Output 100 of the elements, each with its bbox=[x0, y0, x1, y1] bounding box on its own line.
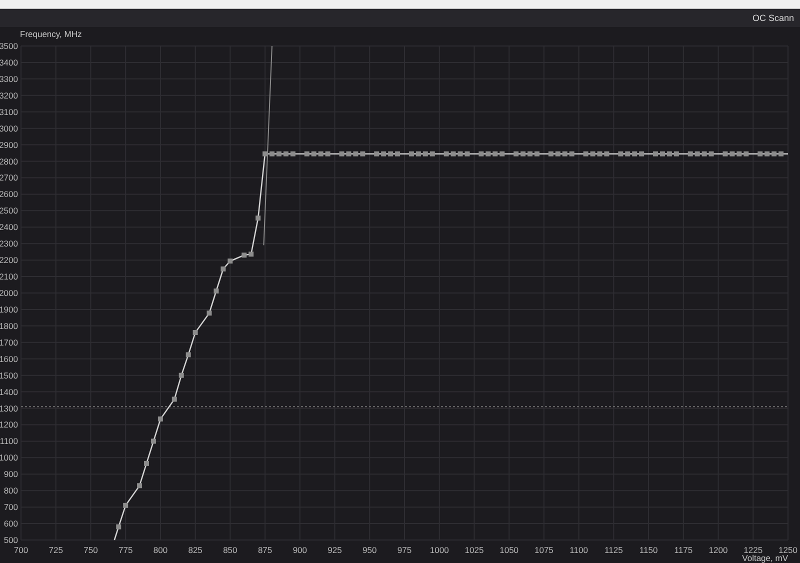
curve-point[interactable] bbox=[597, 151, 602, 156]
axis-tick-label: 800 bbox=[4, 486, 18, 496]
curve-point[interactable] bbox=[318, 151, 324, 156]
axis-tick-label: 1500 bbox=[0, 370, 18, 380]
curve-point[interactable] bbox=[144, 460, 149, 466]
x-axis-title: Voltage, mV bbox=[742, 553, 788, 563]
curve-point[interactable] bbox=[730, 151, 735, 156]
axis-tick-label: 750 bbox=[84, 545, 98, 555]
axis-tick-label: 700 bbox=[14, 545, 28, 555]
curve-point[interactable] bbox=[388, 151, 394, 156]
curve-point[interactable] bbox=[653, 151, 658, 156]
axis-tick-label: 1225 bbox=[744, 545, 763, 555]
curve-point[interactable] bbox=[694, 151, 700, 156]
curve-point[interactable] bbox=[722, 151, 728, 156]
curve-point[interactable] bbox=[276, 151, 282, 156]
axis-tick-label: 875 bbox=[258, 545, 272, 555]
curve-point[interactable] bbox=[528, 151, 532, 156]
axis-tick-label: 600 bbox=[4, 518, 18, 529]
curve-point[interactable] bbox=[304, 151, 310, 156]
axis-tick-label: 775 bbox=[118, 545, 133, 555]
curve-point[interactable] bbox=[514, 151, 519, 156]
curve-point[interactable] bbox=[422, 151, 428, 156]
curve-point[interactable] bbox=[123, 502, 128, 508]
curve-point[interactable] bbox=[590, 151, 596, 156]
curve-point[interactable] bbox=[583, 151, 588, 156]
curve-point[interactable] bbox=[702, 151, 707, 156]
curve-point[interactable] bbox=[625, 151, 630, 156]
curve-point[interactable] bbox=[311, 151, 316, 156]
curve-point[interactable] bbox=[486, 151, 491, 156]
curve-point[interactable] bbox=[764, 151, 770, 156]
curve-point[interactable] bbox=[416, 151, 421, 156]
curve-point[interactable] bbox=[772, 151, 777, 156]
curve-point[interactable] bbox=[346, 151, 352, 156]
curve-point[interactable] bbox=[534, 151, 540, 156]
curve-point[interactable] bbox=[618, 151, 624, 156]
axis-tick-label: 925 bbox=[328, 545, 342, 555]
curve-point[interactable] bbox=[562, 151, 568, 156]
axis-tick-label: 1000 bbox=[0, 452, 18, 463]
curve-point[interactable] bbox=[178, 372, 184, 378]
curve-point[interactable] bbox=[458, 151, 463, 156]
axis-tick-label: 975 bbox=[397, 545, 412, 555]
curve-point[interactable] bbox=[632, 151, 638, 156]
curve-point[interactable] bbox=[520, 151, 526, 156]
curve-point[interactable] bbox=[262, 151, 268, 156]
curve-point[interactable] bbox=[778, 151, 784, 156]
curve-point[interactable] bbox=[186, 352, 191, 358]
curve-point[interactable] bbox=[150, 438, 156, 444]
curve-point[interactable] bbox=[339, 151, 344, 156]
oc-scanner-button[interactable]: OC Scann bbox=[748, 13, 800, 23]
curve-point[interactable] bbox=[548, 151, 554, 156]
curve-point[interactable] bbox=[708, 151, 714, 156]
curve-point[interactable] bbox=[666, 151, 672, 156]
curve-point[interactable] bbox=[220, 266, 226, 272]
curve-point[interactable] bbox=[290, 151, 296, 156]
curve-point[interactable] bbox=[158, 416, 163, 422]
curve-point[interactable] bbox=[569, 151, 574, 156]
curve-point[interactable] bbox=[374, 151, 380, 156]
axis-tick-label: 700 bbox=[4, 502, 18, 512]
y-axis-title: Frequency, MHz bbox=[20, 29, 82, 39]
curve-point[interactable] bbox=[242, 252, 247, 258]
curve-point[interactable] bbox=[381, 151, 386, 156]
curve-point[interactable] bbox=[444, 151, 449, 156]
curve-point[interactable] bbox=[228, 258, 233, 264]
curve-point[interactable] bbox=[395, 151, 400, 156]
curve-point[interactable] bbox=[430, 151, 435, 156]
curve-point[interactable] bbox=[172, 396, 177, 402]
curve-point[interactable] bbox=[492, 151, 498, 156]
curve-point[interactable] bbox=[744, 151, 749, 156]
curve-point[interactable] bbox=[758, 151, 763, 156]
axis-tick-label: 1150 bbox=[639, 545, 658, 555]
curve-point[interactable] bbox=[660, 151, 665, 156]
axis-tick-label: 825 bbox=[188, 545, 202, 555]
curve-point[interactable] bbox=[464, 151, 470, 156]
curve-point[interactable] bbox=[478, 151, 484, 156]
curve-point[interactable] bbox=[408, 151, 414, 156]
axis-tick-label: 1900 bbox=[0, 304, 18, 314]
curve-point[interactable] bbox=[248, 252, 254, 257]
axis-tick-label: 500 bbox=[4, 535, 18, 545]
curve-point[interactable] bbox=[555, 151, 560, 156]
curve-point[interactable] bbox=[256, 216, 261, 221]
axis-tick-label: 1100 bbox=[570, 545, 588, 555]
curve-point[interactable] bbox=[604, 151, 610, 156]
curve-point[interactable] bbox=[674, 151, 679, 156]
curve-point[interactable] bbox=[137, 483, 142, 488]
curve-point[interactable] bbox=[283, 151, 288, 156]
curve-point[interactable] bbox=[500, 151, 505, 156]
curve-point[interactable] bbox=[639, 151, 644, 156]
curve-point[interactable] bbox=[688, 151, 693, 156]
curve-point[interactable] bbox=[270, 151, 275, 156]
axis-tick-label: 900 bbox=[4, 469, 18, 480]
curve-point[interactable] bbox=[116, 524, 122, 530]
curve-point[interactable] bbox=[736, 151, 742, 156]
curve-point[interactable] bbox=[360, 151, 366, 156]
axis-tick-label: 900 bbox=[292, 545, 307, 555]
curve-point[interactable] bbox=[450, 151, 456, 156]
curve-point[interactable] bbox=[214, 288, 219, 294]
curve-point[interactable] bbox=[206, 310, 212, 316]
curve-point[interactable] bbox=[325, 151, 330, 156]
curve-point[interactable] bbox=[353, 151, 358, 156]
curve-point[interactable] bbox=[192, 330, 198, 336]
